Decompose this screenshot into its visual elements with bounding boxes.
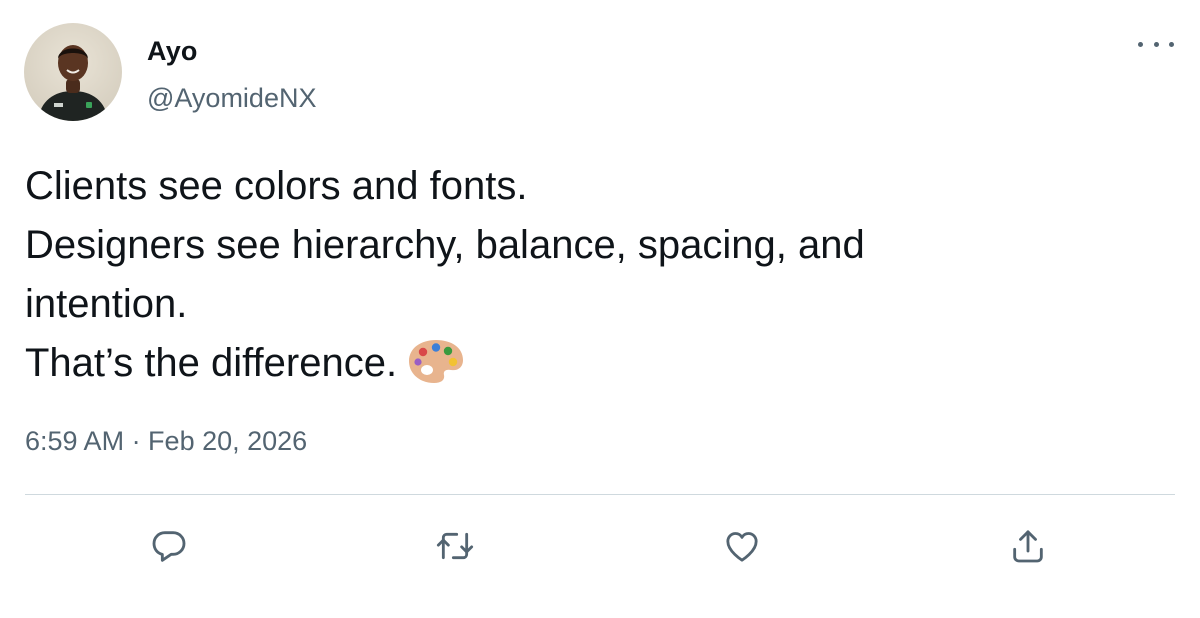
artist-palette-icon <box>407 338 465 401</box>
avatar-photo-icon <box>38 45 108 121</box>
author-name[interactable]: Ayo <box>147 36 198 67</box>
divider <box>25 494 1175 495</box>
share-icon <box>1013 530 1043 563</box>
tweet-text: Clients see colors and fonts. Designers … <box>25 157 1125 401</box>
more-options-dot <box>1169 41 1174 47</box>
share-button[interactable] <box>1004 522 1052 570</box>
tweet-text-line: That’s the difference. <box>25 341 398 385</box>
more-options-dot <box>1153 41 1159 47</box>
reply-icon <box>152 531 186 562</box>
tweet-text-line: Clients see colors and fonts. <box>25 164 528 208</box>
author-handle[interactable]: @AyomideNX <box>147 83 316 114</box>
tweet-timestamp[interactable]: 6:59 AM · Feb 20, 2026 <box>25 426 307 457</box>
reply-button[interactable] <box>145 522 193 570</box>
heart-icon <box>726 532 758 562</box>
retweet-icon <box>436 532 474 560</box>
tweet-text-line-with-emoji: That’s the difference. <box>25 334 1125 401</box>
author-avatar[interactable] <box>24 23 122 121</box>
more-options-icon <box>1138 41 1143 47</box>
like-button[interactable] <box>718 522 766 570</box>
tweet-text-line: intention. <box>25 282 188 326</box>
tweet-card: Ayo @AyomideNX Clients see colors and fo… <box>0 0 1200 618</box>
more-options-button[interactable] <box>1138 34 1174 54</box>
retweet-button[interactable] <box>431 522 479 570</box>
tweet-text-line: Designers see hierarchy, balance, spacin… <box>25 223 865 267</box>
